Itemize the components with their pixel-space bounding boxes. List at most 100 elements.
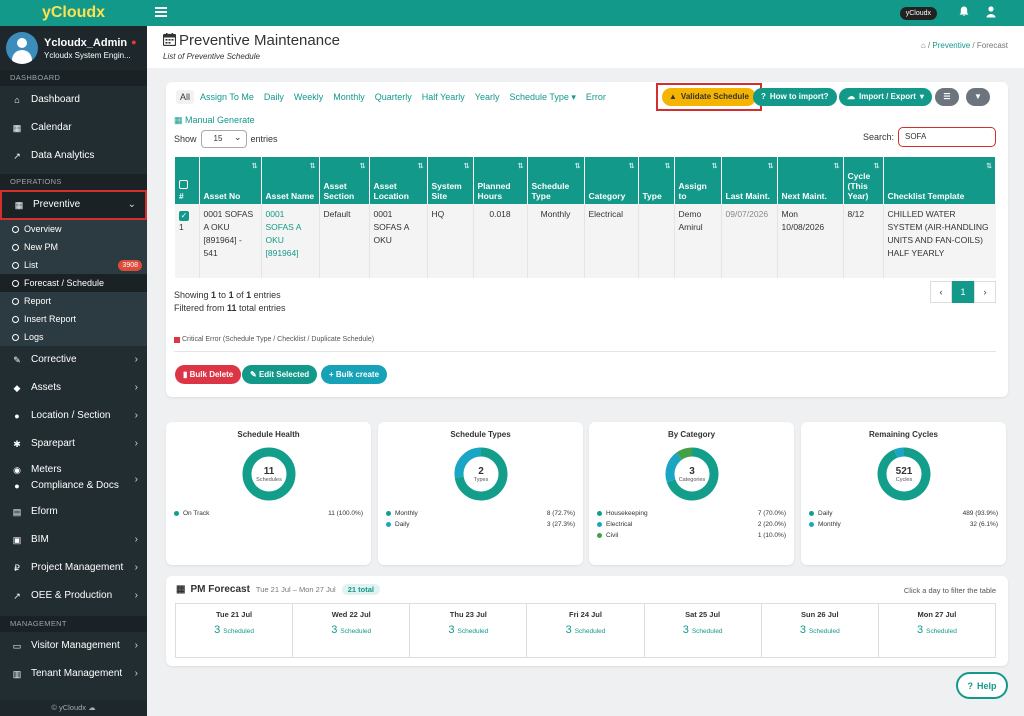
schedule-table-card: All Assign To Me Daily Weekly Monthly Qu… (166, 82, 1008, 397)
col-select[interactable]: # (175, 157, 200, 204)
bell-icon[interactable] (959, 6, 969, 17)
tenant-pill[interactable]: yCloudx (899, 7, 937, 20)
page-subtitle: List of Preventive Schedule (163, 52, 260, 61)
col-asset-name[interactable]: ⇅ Asset Name (261, 157, 320, 204)
form-icon: ▤ (12, 507, 22, 517)
app-logo[interactable]: yCloudx (0, 0, 147, 26)
sort-icon: ⇅ (664, 163, 671, 170)
bulk-delete-button[interactable]: ▮ Bulk Delete (175, 365, 242, 384)
sidebar-item-tenant[interactable]: ▥ Tenant Management › (0, 660, 147, 688)
search-input[interactable]: SOFA (898, 127, 996, 147)
home-icon: ⌂ (14, 95, 20, 105)
help-button[interactable]: ? Help (956, 672, 1008, 699)
sidebar: yCloudx Ycloudx_Admin ● Ycloudx System En… (0, 0, 147, 716)
edit-selected-button[interactable]: ✎ Edit Selected (242, 365, 318, 384)
user-icon[interactable] (986, 6, 996, 18)
prev-page-button[interactable]: ‹ (930, 281, 952, 303)
forecast-day[interactable]: Sun 26 Jul 3 Scheduled (762, 604, 879, 657)
tab-quarterly[interactable]: Quarterly (375, 92, 412, 102)
forecast-day[interactable]: Fri 24 Jul 3 Scheduled (527, 604, 645, 657)
manual-generate-link[interactable]: ▦ Manual Generate (174, 115, 255, 126)
sidebar-item-compliance[interactable]: ● Compliance & Docs › (0, 474, 147, 494)
sub-item-report[interactable]: Report (0, 292, 147, 310)
sidebar-item-location[interactable]: ● Location / Section › (0, 402, 147, 430)
col-category[interactable]: ⇅ Category (584, 157, 639, 204)
chevron-right-icon: › (134, 668, 138, 679)
sidebar-item-data-analytics[interactable]: ↗ Data Analytics (0, 142, 147, 170)
col-asset-location[interactable]: ⇅ Asset Location (369, 157, 428, 204)
col-assign-to[interactable]: ⇅ Assign to (674, 157, 722, 204)
chevron-right-icon: › (134, 590, 138, 601)
tab-assign-to-me[interactable]: Assign To Me (200, 92, 254, 102)
sub-item-list[interactable]: List 3908 (0, 256, 147, 274)
col-asset-section[interactable]: ⇅ Asset Section (319, 157, 370, 204)
entries-control: Show 15 entries (174, 129, 278, 148)
home-icon[interactable]: ⌂ (921, 41, 926, 50)
sub-item-forecast[interactable]: Forecast / Schedule (0, 274, 147, 292)
sidebar-item-corrective[interactable]: ✎ Corrective › (0, 346, 147, 374)
select-all-checkbox[interactable] (179, 180, 188, 189)
section-management: MANAGEMENT (0, 616, 147, 632)
forecast-day[interactable]: Wed 22 Jul 3 Scheduled (293, 604, 411, 657)
column-toggle-button[interactable]: ☰ (935, 88, 959, 106)
forecast-day[interactable]: Sat 25 Jul 3 Scheduled (645, 604, 762, 657)
tab-error[interactable]: Error (586, 92, 606, 102)
menu-toggle-icon[interactable] (155, 7, 167, 17)
donut-center-value: 11 (263, 466, 275, 477)
schedule-table: # ⇅ Asset No ⇅ Asset Name ⇅ Asset Section ⇅… (175, 157, 996, 278)
table-row[interactable]: ✓ 1 0001 SOFAS A OKU [891964] - 541 0001… (175, 204, 996, 278)
sidebar-item-preventive[interactable]: ▦ Preventive ⌄ (0, 190, 147, 220)
col-system-site[interactable]: ⇅ System Site (427, 157, 474, 204)
col-asset-no[interactable]: ⇅ Asset No (199, 157, 262, 204)
tab-monthly[interactable]: Monthly (333, 92, 365, 102)
tab-schedule-type[interactable]: Schedule Type ▾ (509, 92, 575, 103)
breadcrumb-preventive[interactable]: Preventive (932, 41, 970, 50)
sidebar-item-assets[interactable]: ◆ Assets › (0, 374, 147, 402)
sub-item-logs[interactable]: Logs (0, 328, 147, 346)
sidebar-item-visitor[interactable]: ▭ Visitor Management › (0, 632, 147, 660)
col-schedule-type[interactable]: ⇅ Schedule Type (527, 157, 585, 204)
forecast-day[interactable]: Tue 21 Jul 3 Scheduled (176, 604, 294, 657)
sidebar-item-meters[interactable]: ◉ Meters (0, 462, 147, 478)
how-to-import-button[interactable]: ? How to import? (753, 88, 837, 106)
sidebar-item-sparepart[interactable]: ✱ Sparepart › (0, 430, 147, 458)
wrench-icon: ✎ (13, 355, 21, 365)
col-checklist-template[interactable]: ⇅ Checklist Template (883, 157, 996, 204)
row-checkbox[interactable]: ✓ (179, 211, 189, 221)
bulk-create-button[interactable]: + Bulk create (321, 365, 388, 384)
cell-asset-section: Default (319, 204, 370, 278)
tab-weekly[interactable]: Weekly (294, 92, 323, 102)
sub-item-insert-report[interactable]: Insert Report (0, 310, 147, 328)
forecast-day[interactable]: Thu 23 Jul 3 Scheduled (410, 604, 528, 657)
sidebar-item-oee[interactable]: ↗ OEE & Production › (0, 582, 147, 610)
tab-all[interactable]: All (176, 90, 195, 104)
sidebar-item-dashboard[interactable]: ⌂ Dashboard (0, 86, 147, 114)
sidebar-item-calendar[interactable]: ▦ Calendar (0, 114, 147, 142)
col-planned-hours[interactable]: ⇅ Planned Hours (473, 157, 528, 204)
col-type[interactable]: ⇅ Type (638, 157, 675, 204)
legend-dot (597, 522, 602, 527)
page-1-button[interactable]: 1 (952, 281, 974, 303)
stat-title: Remaining Cycles (869, 430, 938, 439)
col-last-maint[interactable]: ⇅ Last Maint. (721, 157, 778, 204)
entries-select[interactable]: 15 (200, 129, 247, 148)
sidebar-item-bim[interactable]: ▣ BIM › (0, 526, 147, 554)
columns-icon: ☰ (943, 92, 951, 101)
col-cycle[interactable]: ⇅ Cycle (This Year) (843, 157, 884, 204)
cell-checklist-template: CHILLED WATER SYSTEM (AIR-HANDLING UNITS… (883, 204, 996, 278)
col-next-maint[interactable]: ⇅ Next Maint. (777, 157, 844, 204)
next-page-button[interactable]: › (974, 281, 996, 303)
filter-button[interactable]: ▼ (966, 88, 990, 106)
sidebar-item-project[interactable]: ₽ Project Management › (0, 554, 147, 582)
sub-item-overview[interactable]: Overview (0, 220, 147, 238)
sub-item-new-pm[interactable]: New PM (0, 238, 147, 256)
forecast-day[interactable]: Mon 27 Jul 3 Scheduled (879, 604, 995, 657)
tab-half-yearly[interactable]: Half Yearly (422, 92, 465, 102)
sidebar-item-eform[interactable]: ▤ Eform (0, 498, 147, 526)
cell-asset-name-link[interactable]: 0001 SOFAS A OKU [891964] (261, 204, 320, 278)
sort-icon: ⇅ (251, 163, 258, 170)
tab-yearly[interactable]: Yearly (475, 92, 500, 102)
import-export-button[interactable]: ☁ Import / Export ▾ (839, 88, 932, 106)
tab-daily[interactable]: Daily (264, 92, 284, 102)
validate-schedule-button[interactable]: ▲ Validate Schedule (656, 83, 762, 111)
